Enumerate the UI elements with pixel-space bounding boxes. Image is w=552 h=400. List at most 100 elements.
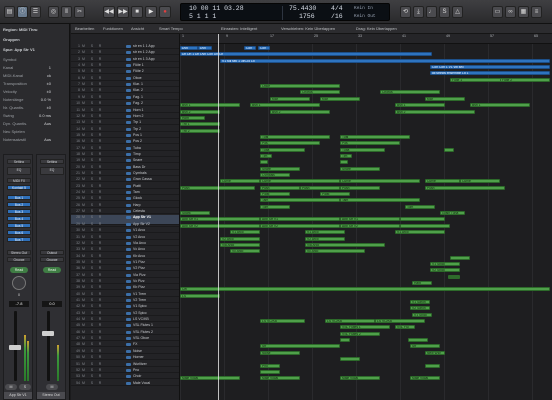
- track-mute-solo-buttons[interactable]: M S R: [82, 139, 104, 144]
- track-name[interactable]: Vc Arco: [133, 247, 145, 252]
- track-name[interactable]: V2 Arco: [133, 235, 145, 240]
- track-name[interactable]: Oboe: [133, 76, 142, 81]
- track-mute-solo-buttons[interactable]: M S R: [82, 190, 104, 195]
- param-value[interactable]: 1: [49, 65, 51, 71]
- track-header-row[interactable]: 19 M S R Snare: [71, 158, 179, 164]
- track-mute-solo-buttons[interactable]: M S R: [82, 235, 104, 240]
- track-header-row[interactable]: 48 M S R FX: [71, 342, 179, 348]
- track-mute-solo-buttons[interactable]: M S R: [82, 323, 104, 328]
- midi-region[interactable]: V1 Arco: [230, 230, 260, 235]
- arrange-area[interactable]: Dyn Dyn Con Con Dn Dn 1 Dn Dyn Con Dn Cn V1 f…: [180, 44, 552, 400]
- track-name[interactable]: Pos 1: [133, 133, 142, 138]
- track-name[interactable]: Choir: [133, 374, 141, 379]
- midi-region[interactable]: Bsn 2: [270, 109, 330, 114]
- midi-region[interactable]: V1 Arco: [305, 230, 345, 235]
- track-mute-solo-buttons[interactable]: M S R: [82, 209, 104, 214]
- track-name[interactable]: V1 Spicc: [133, 304, 147, 309]
- midi-region[interactable]: Piatti: [260, 192, 290, 197]
- track-mute-solo-buttons[interactable]: M S R: [82, 279, 104, 284]
- midi-region[interactable]: Male Vocal: [180, 376, 240, 381]
- volume-fader-cap[interactable]: [9, 345, 21, 350]
- midi-region[interactable]: Chorus: [380, 90, 440, 95]
- track-header-row[interactable]: 42 M S R V1 Spicc: [71, 304, 179, 310]
- track-name[interactable]: str en 1 3 App: [133, 57, 155, 62]
- track-mute-solo-buttons[interactable]: M S R: [82, 247, 104, 252]
- track-header-row[interactable]: 31 M S R V2 Arco: [71, 235, 179, 240]
- track-name[interactable]: Pos 2: [133, 139, 142, 144]
- track-name[interactable]: Horn 2: [133, 114, 144, 119]
- track-name[interactable]: Wurlitzer: [133, 362, 147, 367]
- output-slot-output[interactable]: Output: [40, 250, 64, 255]
- midi-region[interactable]: [448, 274, 460, 279]
- track-header-row[interactable]: 46 M S R VSL Flutes 2: [71, 330, 179, 335]
- track-header-row[interactable]: 2M S R str en 1 2 App: [71, 50, 179, 56]
- param-value[interactable]: Aus: [44, 121, 51, 127]
- cycle-button[interactable]: ⟲: [400, 6, 411, 18]
- track-header[interactable]: Spur: App Str V1: [3, 47, 69, 53]
- param-row[interactable]: Nr. Quantis. ±0: [3, 105, 69, 111]
- midi-region[interactable]: [340, 357, 360, 362]
- midi-region[interactable]: Male Vocal: [260, 376, 300, 381]
- param-row[interactable]: Kanal 1: [3, 65, 69, 71]
- midi-region[interactable]: Bsn 2: [395, 109, 475, 114]
- midi-region[interactable]: New WW: [425, 350, 445, 355]
- bar-ruler[interactable]: 1 9 17 25 33 41 49 57 65: [180, 34, 552, 44]
- track-name[interactable]: Fag. 1: [133, 95, 143, 100]
- track-name[interactable]: Harp: [133, 203, 141, 208]
- group-slot-output[interactable]: Gruppe: [40, 257, 64, 262]
- track-header-row[interactable]: 51 M S R Wurlitzer: [71, 362, 179, 367]
- midi-region[interactable]: Str: [260, 344, 340, 349]
- mute-button[interactable]: M: [5, 384, 17, 390]
- track-header-row[interactable]: 41 M S R V2 Trem: [71, 298, 179, 303]
- metronome-button[interactable]: △: [452, 6, 463, 18]
- track-mute-solo-buttons[interactable]: M S R: [82, 304, 104, 309]
- track-mute-solo-buttons[interactable]: M S R: [82, 133, 104, 138]
- param-row[interactable]: Dyn. Quantis. Aus: [3, 121, 69, 127]
- track-header-row[interactable]: 53 M S R Choir: [71, 374, 179, 380]
- midi-region[interactable]: [425, 363, 440, 368]
- midi-region[interactable]: App Str V2: [180, 223, 260, 228]
- midi-region[interactable]: Vc Arco: [230, 249, 260, 254]
- midi-region[interactable]: App Str V2: [340, 223, 400, 228]
- track-header-row[interactable]: 39 M S R Kb Pizz: [71, 285, 179, 291]
- track-header-row[interactable]: 20 M S R Bass Dr: [71, 165, 179, 170]
- midi-region[interactable]: Horn: [180, 115, 205, 120]
- track-name[interactable]: Flöte 2: [133, 69, 144, 74]
- midi-region[interactable]: V2 Arco: [305, 236, 345, 241]
- volume-fader-track-output[interactable]: [47, 311, 50, 381]
- midi-region[interactable]: Klar: [270, 96, 310, 101]
- track-mute-solo-buttons[interactable]: M S R: [82, 222, 104, 227]
- solo-button-strip[interactable]: S: [19, 384, 31, 390]
- track-header-row[interactable]: 38 M S R Vc Pizz: [71, 279, 179, 284]
- track-header-row[interactable]: 3M S R str en 1 3 App: [71, 57, 179, 62]
- send-slot[interactable]: Bus 1: [7, 195, 31, 200]
- solo-button[interactable]: S: [439, 6, 450, 18]
- toolbar-button[interactable]: ☰: [30, 6, 41, 18]
- send-slot[interactable]: Bus 2: [7, 202, 31, 207]
- track-name[interactable]: str en 1 1 App: [133, 44, 155, 49]
- midi-region[interactable]: [450, 255, 470, 260]
- midi-region[interactable]: V2 Spicc: [430, 268, 460, 273]
- midi-region[interactable]: Tim: [260, 153, 272, 158]
- midi-fx-slot[interactable]: MIDI FX: [7, 178, 31, 183]
- send-slot[interactable]: Bus 5: [7, 223, 31, 228]
- tracks-menu-item[interactable]: Funktionen: [103, 26, 123, 31]
- track-mute-solo-buttons[interactable]: M S R: [82, 292, 104, 297]
- stop-button[interactable]: ■: [131, 6, 143, 18]
- midi-region[interactable]: Bsn 1: [395, 103, 445, 108]
- midi-region[interactable]: Male Vocal: [340, 376, 380, 381]
- tracks-menu-item[interactable]: Ansicht: [131, 26, 144, 31]
- track-name[interactable]: V2 Pizz: [133, 266, 145, 271]
- track-header-row[interactable]: 27 M S R Celesta: [71, 209, 179, 215]
- midi-region[interactable]: Tam: [340, 198, 420, 203]
- track-name[interactable]: Klar. 1: [133, 82, 143, 87]
- midi-region[interactable]: Bsn 1: [250, 103, 320, 108]
- midi-region[interactable]: Harp: [412, 280, 432, 285]
- midi-region[interactable]: Bsn 2: [180, 109, 220, 114]
- midi-region[interactable]: Push: [260, 185, 300, 190]
- midi-region[interactable]: Via Arco: [305, 242, 385, 247]
- list-editors-button[interactable]: ≡: [531, 6, 542, 18]
- track-name[interactable]: Piatti: [133, 184, 141, 189]
- midi-region[interactable]: VSL Flu: [395, 325, 415, 330]
- track-mute-solo-buttons[interactable]: M S R: [82, 165, 104, 170]
